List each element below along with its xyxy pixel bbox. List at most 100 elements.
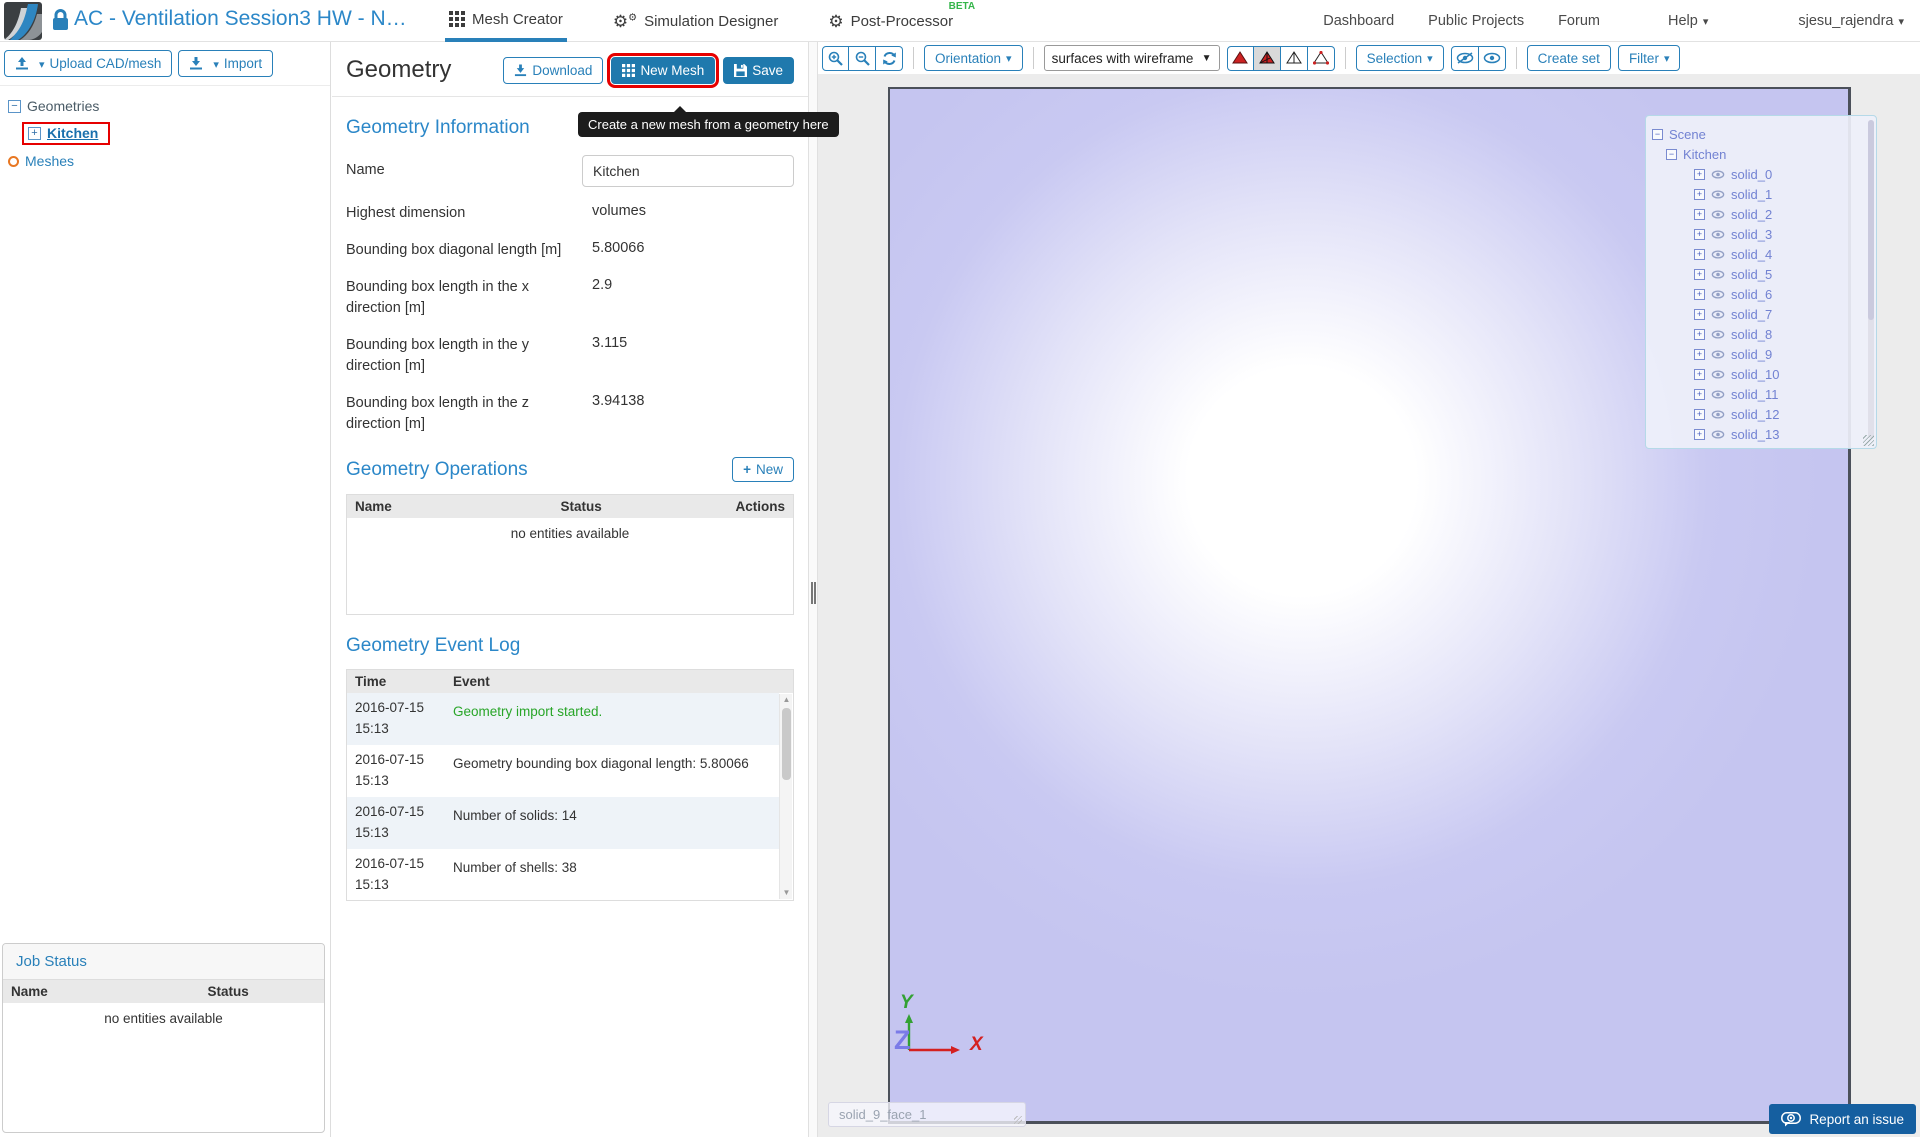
solid-label[interactable]: solid_7 [1731, 307, 1772, 322]
eye-icon[interactable] [1711, 329, 1725, 339]
hide-selected-button[interactable] [1450, 45, 1479, 71]
zoom-out-button[interactable] [849, 45, 876, 71]
solid-label[interactable]: solid_8 [1731, 327, 1772, 342]
user-menu[interactable]: sjesu_rajendra [1798, 13, 1904, 29]
solid-node[interactable]: solid_7 [1694, 304, 1870, 324]
orientation-dropdown[interactable]: Orientation [924, 45, 1023, 71]
expand-icon[interactable] [1694, 188, 1705, 200]
expand-icon[interactable] [28, 126, 41, 140]
refresh-view-button[interactable] [876, 45, 903, 71]
solid-node[interactable]: solid_0 [1694, 164, 1870, 184]
solid-node[interactable]: solid_9 [1694, 344, 1870, 364]
expand-icon[interactable] [1694, 208, 1705, 220]
eye-icon[interactable] [1711, 169, 1725, 179]
solid-label[interactable]: solid_3 [1731, 227, 1772, 242]
expand-icon[interactable] [1694, 328, 1705, 340]
selection-dropdown[interactable]: Selection [1355, 45, 1444, 71]
event-log-scrollbar[interactable]: ▲ ▼ [779, 694, 793, 900]
solid-node[interactable]: solid_2 [1694, 204, 1870, 224]
collapse-icon[interactable] [1652, 128, 1663, 140]
app-logo[interactable] [4, 2, 42, 40]
eye-icon[interactable] [1711, 409, 1725, 419]
kitchen-node-label[interactable]: Kitchen [1683, 147, 1726, 162]
tree-node-meshes[interactable]: Meshes [8, 153, 322, 169]
collapse-icon[interactable] [1666, 148, 1677, 160]
eye-icon[interactable] [1711, 429, 1725, 439]
eye-icon[interactable] [1711, 289, 1725, 299]
render-points-button[interactable] [1307, 45, 1335, 71]
geometry-name-input[interactable] [582, 155, 794, 187]
render-surfaces-wireframe-button[interactable] [1253, 45, 1281, 71]
solid-label[interactable]: solid_4 [1731, 247, 1772, 262]
expand-icon[interactable] [1694, 428, 1705, 440]
solid-label[interactable]: solid_2 [1731, 207, 1772, 222]
solid-node[interactable]: solid_4 [1694, 244, 1870, 264]
nav-link[interactable]: Forum [1558, 13, 1600, 29]
panel-splitter[interactable] [808, 42, 818, 1137]
import-button[interactable]: Import [178, 50, 274, 77]
solid-node[interactable]: solid_10 [1694, 364, 1870, 384]
expand-icon[interactable] [1694, 368, 1705, 380]
render-wireframe-button[interactable] [1280, 45, 1308, 71]
solid-node[interactable]: solid_5 [1694, 264, 1870, 284]
expand-icon[interactable] [1694, 348, 1705, 360]
render-surfaces-button[interactable] [1226, 45, 1254, 71]
eye-icon[interactable] [1711, 369, 1725, 379]
scene-kitchen-node[interactable]: Kitchen [1666, 144, 1870, 164]
solid-label[interactable]: solid_11 [1731, 387, 1778, 402]
expand-icon[interactable] [1694, 168, 1705, 180]
expand-icon[interactable] [1694, 228, 1705, 240]
help-menu[interactable]: Help [1668, 13, 1708, 29]
scene-label[interactable]: Scene [1669, 127, 1706, 142]
project-title[interactable]: AC - Ventilation Session3 HW - N… [74, 7, 407, 31]
solid-label[interactable]: solid_1 [1731, 187, 1772, 202]
new-operation-button[interactable]: + New [732, 457, 794, 483]
eye-icon[interactable] [1711, 269, 1725, 279]
scroll-thumb[interactable] [782, 708, 791, 781]
eye-icon[interactable] [1711, 349, 1725, 359]
solid-label[interactable]: solid_0 [1731, 167, 1772, 182]
nav-link[interactable]: Public Projects [1428, 13, 1524, 29]
collapse-icon[interactable] [8, 99, 21, 113]
resize-grip-icon[interactable] [1863, 435, 1874, 446]
expand-icon[interactable] [1694, 408, 1705, 420]
eye-icon[interactable] [1711, 309, 1725, 319]
upload-cad-mesh-button[interactable]: Upload CAD/mesh [4, 50, 173, 77]
solid-label[interactable]: solid_5 [1731, 267, 1772, 282]
solid-node[interactable]: solid_13 [1694, 424, 1870, 444]
eye-icon[interactable] [1711, 389, 1725, 399]
solid-node[interactable]: solid_6 [1694, 284, 1870, 304]
solid-node[interactable]: solid_3 [1694, 224, 1870, 244]
eye-icon[interactable] [1711, 229, 1725, 239]
kitchen-link[interactable]: Kitchen [47, 125, 98, 141]
solid-label[interactable]: solid_9 [1731, 347, 1772, 362]
solid-node[interactable]: solid_11 [1694, 384, 1870, 404]
scene-tree-scrollbar[interactable] [1868, 120, 1874, 438]
create-set-button[interactable]: Create set [1526, 45, 1611, 71]
eye-icon[interactable] [1711, 189, 1725, 199]
solid-label[interactable]: solid_10 [1731, 367, 1779, 382]
tree-node-geometries[interactable]: Geometries [8, 98, 322, 114]
solid-label[interactable]: solid_6 [1731, 287, 1772, 302]
solid-node[interactable]: solid_8 [1694, 324, 1870, 344]
scroll-down-arrow[interactable]: ▼ [780, 887, 793, 899]
tab-simulation-designer[interactable]: ⚙⚙ Simulation Designer [609, 0, 782, 42]
scene-root-node[interactable]: Scene [1652, 124, 1870, 144]
tab-mesh-creator[interactable]: Mesh Creator [445, 0, 567, 42]
solid-label[interactable]: solid_13 [1731, 427, 1779, 442]
expand-icon[interactable] [1694, 268, 1705, 280]
nav-link[interactable]: Dashboard [1323, 13, 1394, 29]
expand-icon[interactable] [1694, 308, 1705, 320]
solid-node[interactable]: solid_1 [1694, 184, 1870, 204]
report-issue-button[interactable]: Report an issue [1769, 1104, 1916, 1134]
new-mesh-button[interactable]: New Mesh [607, 52, 720, 88]
expand-icon[interactable] [1694, 248, 1705, 260]
eye-icon[interactable] [1711, 209, 1725, 219]
eye-icon[interactable] [1711, 249, 1725, 259]
viewer-canvas[interactable]: Scene Kitchen solid_0 [818, 74, 1920, 1137]
expand-icon[interactable] [1694, 288, 1705, 300]
solid-label[interactable]: solid_12 [1731, 407, 1779, 422]
expand-icon[interactable] [1694, 388, 1705, 400]
show-selected-button[interactable] [1478, 45, 1506, 71]
solid-node[interactable]: solid_12 [1694, 404, 1870, 424]
